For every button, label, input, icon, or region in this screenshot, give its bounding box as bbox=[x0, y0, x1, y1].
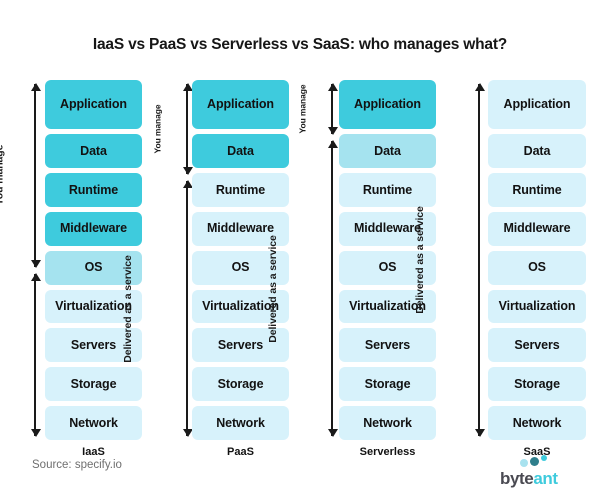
arrow-head-up-icon bbox=[328, 82, 338, 91]
layer-stack-saas: Application Data Runtime Middleware OS Virtua… bbox=[488, 80, 586, 440]
layer-serverless-servers: Servers bbox=[339, 328, 436, 363]
logo-word-ant: ant bbox=[533, 469, 558, 488]
layer-paas-runtime: Runtime bbox=[192, 172, 289, 207]
arrow-label-you-manage: You manage bbox=[0, 145, 6, 206]
layer-paas-network: Network bbox=[192, 406, 289, 440]
layer-iaas-data: Data bbox=[45, 134, 142, 168]
layer-saas-runtime: Runtime bbox=[488, 172, 586, 207]
layer-iaas-application: Application bbox=[45, 80, 142, 130]
source-attribution: Source: specify.io bbox=[32, 459, 122, 471]
layer-saas-network: Network bbox=[488, 406, 586, 440]
layer-saas-virtualization: Virtualization bbox=[488, 289, 586, 324]
layer-paas-application: Application bbox=[192, 80, 289, 130]
layer-serverless-data: Data bbox=[339, 134, 436, 168]
arrow-head-down-icon bbox=[328, 429, 338, 438]
arrow-head-down-icon bbox=[31, 429, 41, 438]
arrow-line-icon bbox=[478, 83, 480, 437]
arrow-serverless-delivered-as-a-service: Delivered as a service bbox=[267, 140, 343, 438]
column-label-iaas: IaaS bbox=[82, 446, 105, 458]
layer-iaas-storage: Storage bbox=[45, 367, 142, 402]
cloud-service-models-diagram: You manage Delivered as a service Applicat… bbox=[0, 80, 600, 458]
layer-serverless-storage: Storage bbox=[339, 367, 436, 402]
logo-dots-icon bbox=[520, 455, 584, 468]
arrow-label-you-manage: You manage bbox=[297, 84, 308, 134]
logo-dot-3-icon bbox=[541, 455, 547, 461]
arrow-head-up-icon bbox=[31, 82, 41, 91]
column-label-paas: PaaS bbox=[227, 446, 254, 458]
arrow-label-you-manage: You manage bbox=[152, 104, 163, 154]
layer-paas-storage: Storage bbox=[192, 367, 289, 402]
arrow-serverless-you-manage: You manage bbox=[297, 82, 343, 135]
arrow-iaas-delivered-as-a-service: Delivered as a service bbox=[0, 273, 46, 438]
arrow-line-icon bbox=[34, 274, 36, 437]
layer-iaas-middleware: Middleware bbox=[45, 211, 142, 246]
arrow-head-down-icon bbox=[475, 429, 485, 438]
arrow-iaas-you-manage: You manage bbox=[0, 82, 46, 269]
layer-saas-storage: Storage bbox=[488, 367, 586, 402]
arrow-group-saas: Delivered as a service bbox=[414, 80, 490, 440]
layer-paas-data: Data bbox=[192, 134, 289, 168]
layer-serverless-application: Application bbox=[339, 80, 436, 130]
arrow-saas-delivered-as-a-service: Delivered as a service bbox=[414, 82, 490, 438]
arrow-head-up-icon bbox=[31, 273, 41, 282]
arrow-label-delivered-as-a-service: Delivered as a service bbox=[267, 235, 280, 343]
layer-serverless-runtime: Runtime bbox=[339, 172, 436, 207]
logo-wordmark: byteant bbox=[500, 470, 584, 487]
arrow-line-icon bbox=[186, 83, 188, 174]
arrow-group-serverless: You manage Delivered as a service bbox=[267, 80, 343, 440]
arrow-head-up-icon bbox=[475, 82, 485, 91]
arrow-label-delivered-as-a-service: Delivered as a service bbox=[414, 206, 427, 314]
arrow-head-up-icon bbox=[328, 140, 338, 149]
arrow-line-icon bbox=[186, 180, 188, 437]
logo-dot-2-icon bbox=[530, 457, 539, 466]
layer-iaas-network: Network bbox=[45, 406, 142, 440]
layer-saas-os: OS bbox=[488, 250, 586, 285]
arrow-head-down-icon bbox=[31, 260, 41, 269]
arrow-line-icon bbox=[34, 83, 36, 268]
logo-dot-1-icon bbox=[520, 459, 528, 467]
arrow-label-delivered-as-a-service: Delivered as a service bbox=[122, 254, 135, 363]
arrow-line-icon bbox=[331, 141, 333, 437]
layer-saas-middleware: Middleware bbox=[488, 211, 586, 246]
column-saas: Delivered as a service Application Data Run… bbox=[414, 80, 600, 458]
byteant-logo: byteant bbox=[500, 455, 584, 493]
layer-saas-servers: Servers bbox=[488, 328, 586, 363]
page-title: IaaS vs PaaS vs Serverless vs SaaS: who … bbox=[92, 36, 508, 53]
column-label-serverless: Serverless bbox=[359, 446, 416, 458]
logo-word-byte: byte bbox=[500, 469, 534, 488]
layer-serverless-network: Network bbox=[339, 406, 436, 440]
layer-saas-application: Application bbox=[488, 80, 586, 130]
layer-iaas-runtime: Runtime bbox=[45, 172, 142, 207]
arrow-head-down-icon bbox=[328, 126, 338, 135]
layer-saas-data: Data bbox=[488, 134, 586, 168]
arrow-group-iaas: You manage Delivered as a service bbox=[0, 80, 46, 440]
